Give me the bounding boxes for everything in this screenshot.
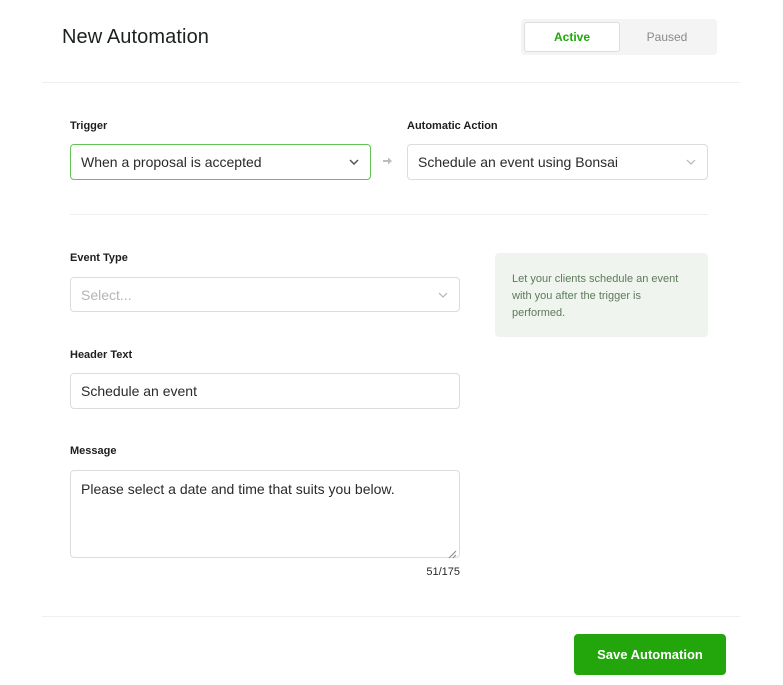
event-type-label: Event Type: [70, 252, 128, 264]
save-automation-button[interactable]: Save Automation: [574, 634, 726, 675]
message-textarea[interactable]: Please select a date and time that suits…: [70, 470, 460, 559]
trigger-select[interactable]: When a proposal is accepted: [70, 144, 371, 180]
chevron-down-icon: [685, 156, 697, 168]
message-value: Please select a date and time that suits…: [81, 481, 395, 497]
trigger-label: Trigger: [70, 120, 108, 132]
status-option-paused[interactable]: Paused: [620, 22, 714, 52]
action-select-value: Schedule an event using Bonsai: [418, 154, 619, 170]
message-label: Message: [70, 445, 117, 457]
resize-handle-icon[interactable]: [448, 546, 457, 559]
event-type-select[interactable]: Select...: [70, 277, 460, 312]
page-title: New Automation: [62, 26, 210, 48]
trigger-select-value: When a proposal is accepted: [81, 154, 262, 170]
header-text-value: Schedule an event: [81, 383, 197, 399]
action-select[interactable]: Schedule an event using Bonsai: [407, 144, 708, 180]
header-text-label: Header Text: [70, 349, 133, 361]
action-label: Automatic Action: [407, 120, 498, 132]
info-box: Let your clients schedule an event with …: [495, 253, 708, 337]
character-counter: 51/175: [426, 566, 460, 578]
header-divider: [42, 82, 740, 83]
header-text-input[interactable]: Schedule an event: [70, 373, 460, 409]
chevron-down-icon: [437, 289, 449, 301]
new-automation-page: New Automation Active Paused Trigger Whe…: [0, 0, 783, 685]
status-toggle: Active Paused: [521, 19, 717, 55]
status-option-active[interactable]: Active: [524, 22, 620, 52]
section-divider: [70, 214, 708, 215]
footer-divider: [42, 616, 740, 617]
chevron-down-icon: [348, 156, 360, 168]
arrow-right-icon: [382, 154, 394, 166]
event-type-placeholder: Select...: [81, 286, 132, 303]
